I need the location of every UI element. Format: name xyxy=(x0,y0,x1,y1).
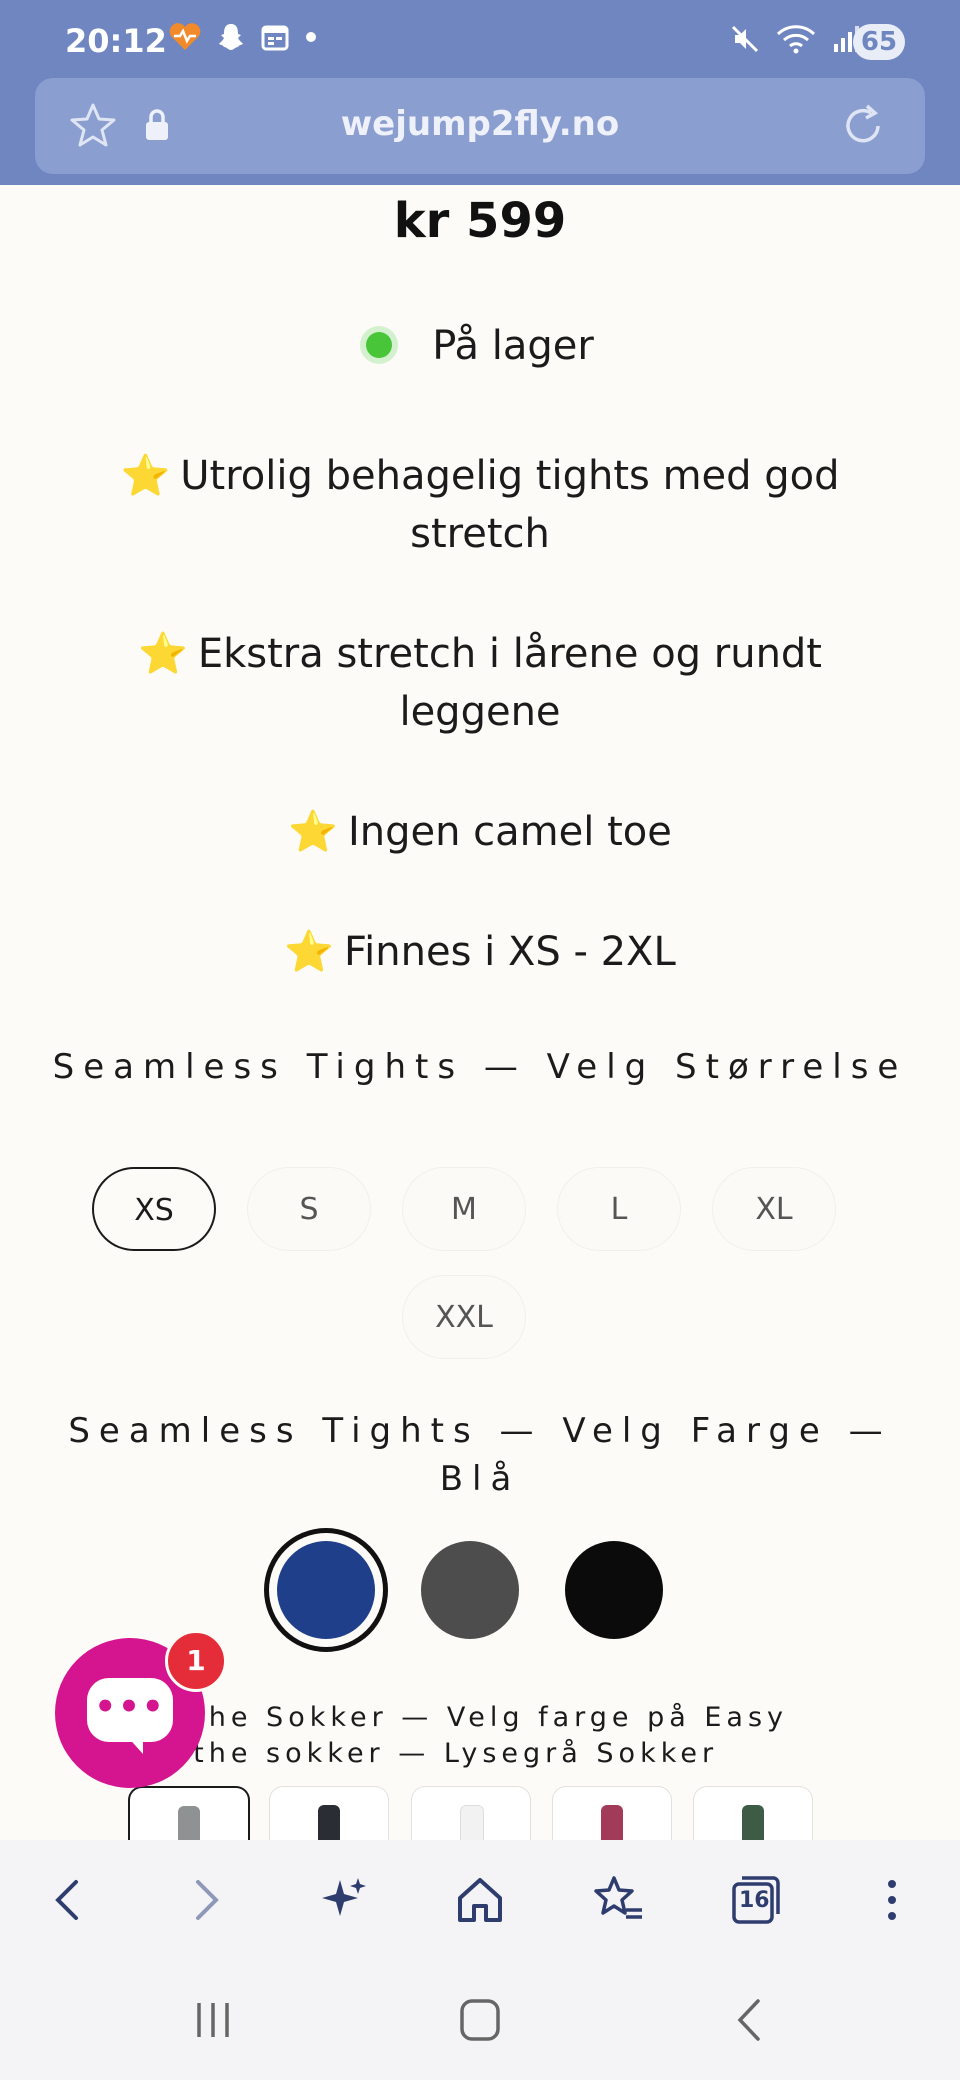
system-nav-bar xyxy=(0,1960,960,2080)
stock-label: På lager xyxy=(432,323,594,369)
forward-icon[interactable] xyxy=(176,1870,236,1930)
star-emoji-icon: ⭐ xyxy=(288,809,338,855)
back-nav-icon[interactable] xyxy=(720,1995,780,2045)
chat-bubble-icon: ••• xyxy=(87,1678,173,1742)
feature-item: ⭐ Ekstra stretch i lårene og rundt leggen… xyxy=(138,631,822,735)
tabs-button[interactable]: 16 xyxy=(726,1870,786,1930)
color-swatch-grey[interactable] xyxy=(421,1541,519,1639)
health-icon xyxy=(169,23,201,50)
home-icon[interactable] xyxy=(450,1870,510,1930)
status-bar: 20:12 65 xyxy=(0,0,960,80)
size-option-title: Seamless Tights — Velg Størrelse xyxy=(52,1047,908,1087)
recent-apps-icon[interactable] xyxy=(183,1995,243,2045)
calendar-icon xyxy=(261,25,289,51)
color-swatch-blue[interactable] xyxy=(277,1541,375,1639)
size-button-m[interactable]: M xyxy=(402,1167,526,1251)
color-option-title: Seamless Tights — Velg Farge — Blå xyxy=(68,1411,892,1499)
ai-sparkle-icon[interactable] xyxy=(314,1870,374,1930)
tabs-count: 16 xyxy=(739,1888,770,1913)
bookmarks-icon[interactable] xyxy=(588,1870,648,1930)
product-price: kr 599 xyxy=(393,193,567,249)
status-time: 20:12 xyxy=(65,22,167,60)
more-menu-icon[interactable] xyxy=(862,1870,922,1930)
battery-indicator: 65 xyxy=(853,24,905,60)
back-icon[interactable] xyxy=(38,1870,98,1930)
wifi-icon xyxy=(776,25,816,54)
feature-item: ⭐ Ingen camel toe xyxy=(288,809,672,855)
feature-item: ⭐ Utrolig behagelig tights med god stretc… xyxy=(120,453,840,557)
star-emoji-icon: ⭐ xyxy=(284,929,335,975)
star-emoji-icon: ⭐ xyxy=(120,453,171,499)
size-button-s[interactable]: S xyxy=(247,1167,371,1251)
socks-option-title: eathe Sokker — Velg farge på Easy eathe … xyxy=(150,1702,789,1769)
browser-top: 20:12 65 wejump2fly.no xyxy=(0,0,960,185)
reload-icon[interactable] xyxy=(837,100,889,152)
star-emoji-icon: ⭐ xyxy=(138,631,188,677)
home-nav-icon[interactable] xyxy=(450,1995,510,2045)
url-bar[interactable]: wejump2fly.no xyxy=(35,78,925,174)
color-swatch-black[interactable] xyxy=(565,1541,663,1639)
in-stock-dot-icon xyxy=(366,332,393,358)
size-button-xxl[interactable]: XXL xyxy=(402,1275,526,1359)
browser-toolbar: 16 xyxy=(0,1840,960,1960)
mute-icon xyxy=(731,25,759,53)
feature-item: ⭐ Finnes i XS - 2XL xyxy=(284,929,676,975)
url-text[interactable]: wejump2fly.no xyxy=(35,104,925,144)
chat-notification-badge: 1 xyxy=(165,1630,227,1692)
stock-status: På lager xyxy=(0,323,960,369)
snapchat-icon xyxy=(219,24,243,50)
size-button-l[interactable]: L xyxy=(557,1167,681,1251)
size-button-xl[interactable]: XL xyxy=(712,1167,836,1251)
dot-icon xyxy=(306,32,316,42)
size-button-xs[interactable]: XS xyxy=(92,1167,216,1251)
